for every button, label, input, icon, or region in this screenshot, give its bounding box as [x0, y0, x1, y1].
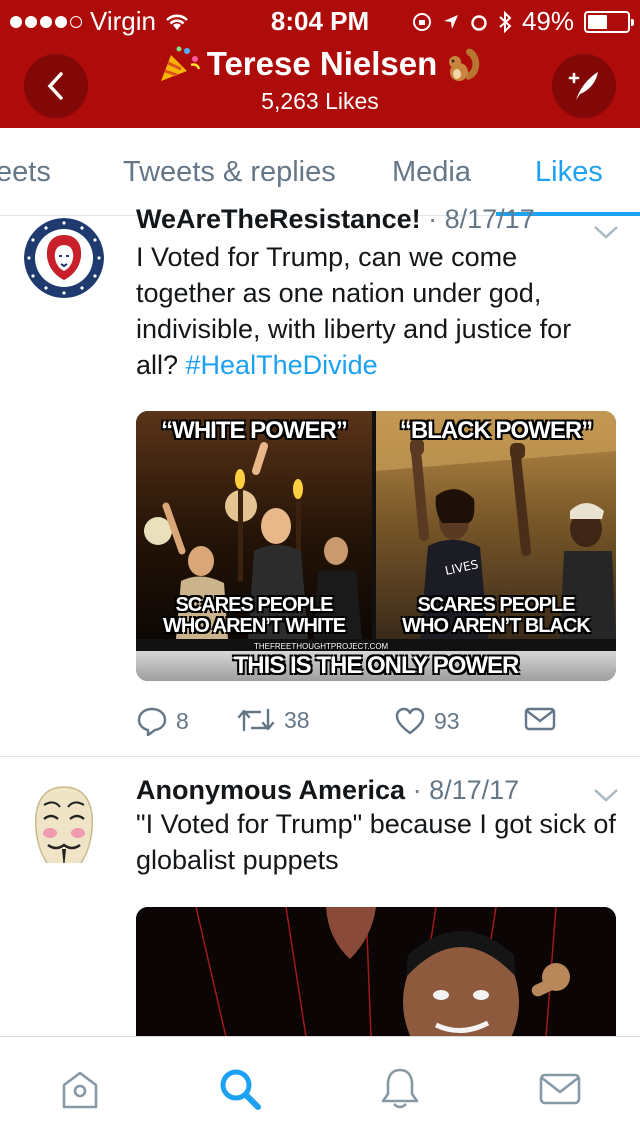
- status-bar: Virgin 8:04 PM 49%: [0, 0, 640, 40]
- tweet-body: Anonymous America · 8/17/17 "I Voted for…: [136, 775, 616, 878]
- compose-tweet-button[interactable]: [552, 54, 616, 118]
- tweet-media-image[interactable]: LIVES “WHITE POWER” “BLACK POWER” SCARES…: [136, 411, 616, 681]
- hashtag-link[interactable]: #HealTheDivide: [186, 350, 378, 380]
- profile-name: Terese Nielsen: [206, 45, 438, 82]
- tweet-header: Anonymous America · 8/17/17: [136, 775, 616, 806]
- reply-icon: [137, 707, 167, 736]
- messages-envelope-icon: [539, 1073, 581, 1105]
- tweet-header: WeAreTheResistance! · 8/17/17: [136, 204, 616, 235]
- tab-tweets-and-replies[interactable]: Tweets & replies: [123, 156, 336, 189]
- reply-button[interactable]: 8: [136, 706, 189, 736]
- meme-caption-line: WHO AREN’T WHITE: [162, 615, 346, 637]
- like-count: 93: [434, 707, 460, 734]
- tweet-actions: 8 38 93: [136, 706, 616, 740]
- tweet[interactable]: Anonymous America · 8/17/17 "I Voted for…: [0, 757, 640, 1047]
- envelope-icon: [524, 707, 556, 731]
- avatar[interactable]: [24, 783, 104, 863]
- tweet-author-name[interactable]: Anonymous America: [136, 775, 405, 805]
- puppet-image: [136, 907, 616, 1047]
- meme-caption-line: WHO AREN’T BLACK: [402, 615, 591, 637]
- tweet-text: "I Voted for Trump" because I got sick o…: [136, 809, 616, 875]
- chevron-down-icon[interactable]: [592, 222, 620, 242]
- meme-image: LIVES “WHITE POWER” “BLACK POWER” SCARES…: [136, 411, 616, 681]
- tweet-date-separator: ·: [412, 775, 430, 805]
- like-button[interactable]: 93: [394, 706, 460, 736]
- messages-tab[interactable]: [536, 1065, 584, 1113]
- meme-caption-right-top: “BLACK POWER”: [399, 417, 593, 444]
- resistance-lion-logo: [24, 218, 104, 298]
- tweet-date: 8/17/17: [444, 204, 535, 234]
- meme-source-watermark: THEFREETHOUGHTPROJECT.COM: [254, 642, 389, 651]
- compose-tweet-icon: [568, 72, 598, 100]
- profile-header: Virgin 8:04 PM 49% Terese Nielsen 5,263 …: [0, 0, 640, 128]
- search-tab[interactable]: [216, 1065, 264, 1113]
- meme-caption-right-bottom: SCARES PEOPLE WHO AREN’T BLACK: [376, 595, 616, 637]
- profile-tabs: eets Tweets & replies Media Likes: [0, 128, 640, 216]
- guy-fawkes-mask-icon: [34, 786, 94, 863]
- likes-count: 5,263 Likes: [261, 88, 379, 114]
- location-arrow-icon: [443, 14, 458, 29]
- battery-percent: 49%: [521, 6, 574, 36]
- tweet-date-separator: ·: [428, 204, 445, 234]
- meme-banner: THIS IS THE ONLY POWER: [136, 651, 616, 681]
- meme-caption-line: SCARES PEOPLE: [417, 594, 575, 616]
- puppet-illustration: [136, 907, 616, 1047]
- retweet-button[interactable]: 38: [236, 706, 310, 734]
- header-title-block: Terese Nielsen 5,263 Likes: [0, 44, 640, 115]
- search-icon: [220, 1069, 261, 1110]
- page-title: Terese Nielsen: [157, 44, 484, 84]
- notifications-tab[interactable]: [376, 1065, 424, 1113]
- bottom-tab-bar: [0, 1036, 640, 1136]
- chevron-down-icon[interactable]: [592, 785, 620, 805]
- heart-icon: [395, 707, 425, 735]
- battery-icon: [584, 10, 634, 33]
- tab-media[interactable]: Media: [392, 156, 471, 189]
- rotation-lock-icon: [412, 12, 431, 31]
- home-tab[interactable]: [56, 1065, 104, 1113]
- meme-caption-line: SCARES PEOPLE: [175, 594, 333, 616]
- squirrel-icon: [449, 48, 480, 81]
- tab-tweets[interactable]: eets: [0, 156, 51, 189]
- tweet-media-image[interactable]: [136, 907, 616, 1047]
- retweet-count: 38: [284, 706, 310, 733]
- reply-count: 8: [176, 707, 189, 734]
- tab-likes[interactable]: Likes: [535, 156, 603, 189]
- avatar[interactable]: [24, 218, 104, 298]
- bluetooth-icon: [499, 10, 512, 33]
- tweet-body: WeAreTheResistance! · 8/17/17 I Voted fo…: [136, 204, 616, 383]
- retweet-icon: [237, 708, 275, 732]
- alarm-icon: [471, 14, 487, 31]
- meme-caption-left-bottom: SCARES PEOPLE WHO AREN’T WHITE: [136, 595, 372, 637]
- party-popper-icon: [160, 46, 200, 81]
- notifications-bell-icon: [381, 1068, 419, 1109]
- direct-message-button[interactable]: [524, 706, 556, 732]
- meme-caption-left-top: “WHITE POWER”: [161, 417, 348, 444]
- tweet-author-name[interactable]: WeAreTheResistance!: [136, 204, 421, 234]
- status-right: 49%: [412, 6, 634, 37]
- tweet[interactable]: WeAreTheResistance! · 8/17/17 I Voted fo…: [0, 204, 640, 756]
- home-icon: [62, 1071, 98, 1109]
- tweet-text: I Voted for Trump, can we come together …: [136, 239, 616, 383]
- tweet-date: 8/17/17: [429, 775, 520, 805]
